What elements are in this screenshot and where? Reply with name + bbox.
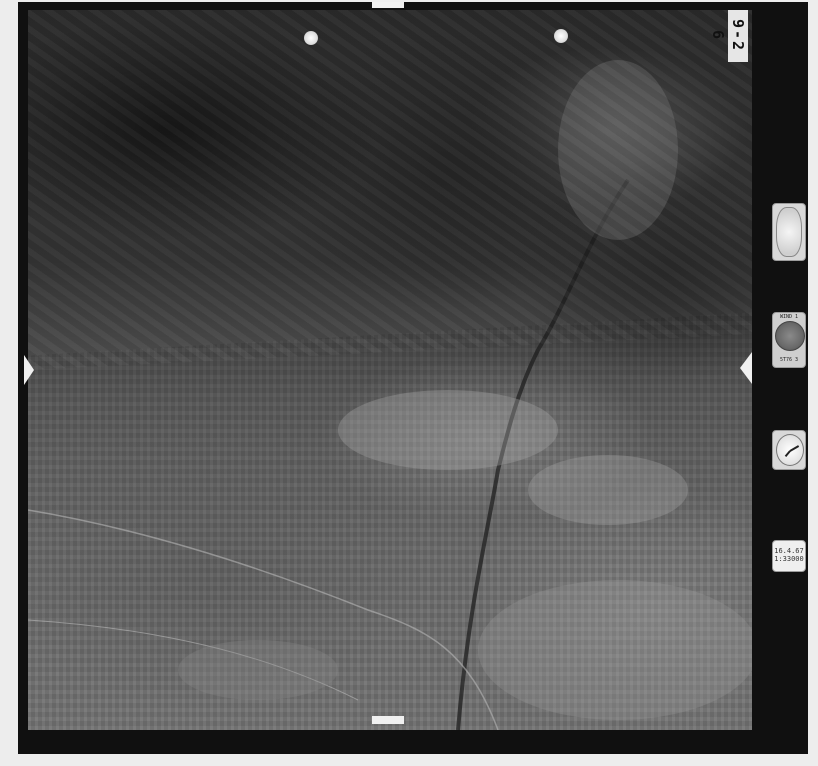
town-area [528, 455, 688, 525]
clock-icon [772, 430, 806, 470]
terrain-overlay [28, 60, 752, 730]
level-bottom-label: 5T76 3 [779, 357, 799, 363]
valley-area [558, 60, 678, 240]
bubble-level-icon: WIND 1 5T76 3 [772, 312, 806, 368]
level-face [775, 321, 805, 351]
bottom-notch [372, 716, 404, 724]
date-card-line2: 1:33000 [774, 555, 804, 563]
top-notch [372, 2, 404, 8]
fiducial-mark-icon [554, 29, 568, 43]
altimeter-dial-icon [772, 203, 806, 261]
aerial-photograph [28, 10, 752, 730]
date-card-line1: 16.4.67 [774, 547, 804, 555]
level-top-label: WIND 1 [779, 314, 799, 320]
frame-number: 9-2 6 [709, 10, 748, 62]
date-card: 16.4.67 1:33000 [772, 540, 806, 572]
clock-hour-hand [784, 450, 791, 458]
clock-face [776, 434, 804, 466]
town-area [178, 640, 338, 700]
film-sheet: 9-2 6 WIND 1 5T76 3 16.4.67 1:33000 [0, 0, 818, 766]
field-area [478, 580, 752, 720]
town-area [338, 390, 558, 470]
altimeter-face [776, 207, 802, 257]
fiducial-mark-icon [304, 31, 318, 45]
